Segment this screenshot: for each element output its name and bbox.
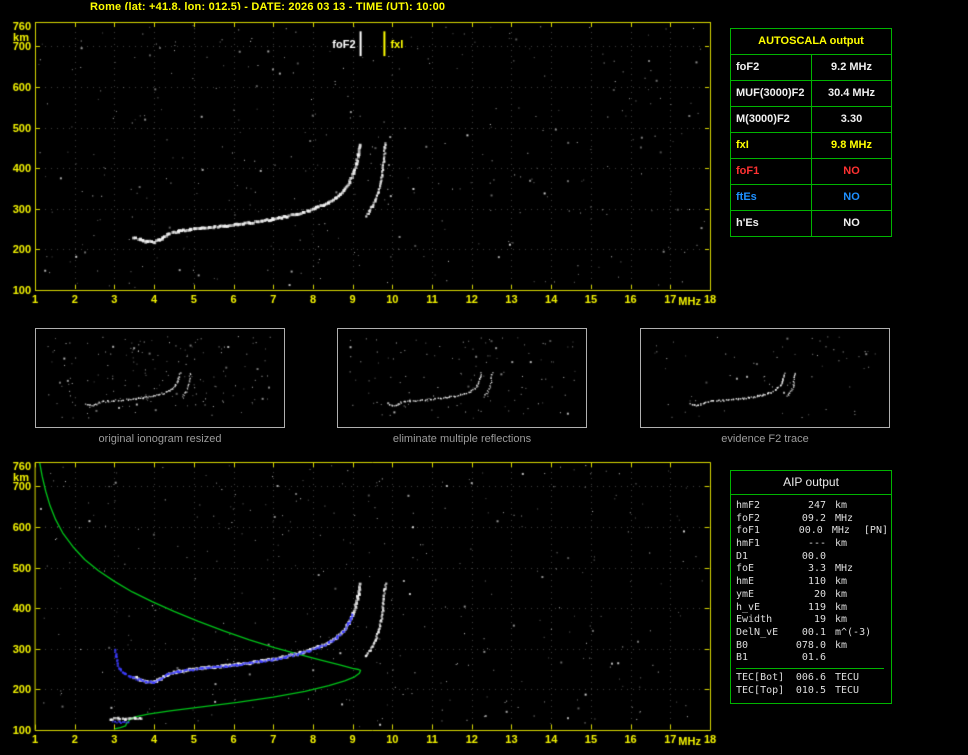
aip-row: D1 00.0	[736, 551, 888, 564]
aip-row: Ewidth 19 km	[736, 614, 888, 627]
aip-parameter-value: ---	[807, 538, 826, 550]
aip-row: TEC[Top] 010.5 TECU	[736, 685, 888, 698]
autoscala-app-window: Rome (lat: +41.8, lon: 012.5) - DATE: 20…	[0, 0, 968, 755]
aip-parameter-value: 09.2	[801, 512, 826, 524]
aip-parameter-unit: km	[835, 614, 848, 626]
bottom-ionogram-canvas	[0, 452, 728, 755]
aip-parameter-value: 110	[807, 576, 826, 588]
aip-parameter-unit: TECU	[835, 684, 860, 696]
mini-ionogram-evidence-canvas	[641, 329, 889, 427]
autoscala-parameter-label: fxI	[731, 133, 812, 158]
aip-parameter-unit: km	[835, 576, 848, 588]
aip-parameter-name: ymE	[736, 588, 755, 600]
aip-parameter-name: hmF2	[736, 500, 761, 511]
autoscala-parameter-value: 30.4 MHz	[827, 87, 876, 99]
aip-parameter-unit: km	[835, 639, 848, 651]
aip-parameter-unit: km	[835, 500, 848, 511]
aip-parameter-value: 00.0	[801, 550, 826, 562]
aip-row: h_vE 119 km	[736, 602, 888, 615]
aip-row: TEC[Bot] 006.6 TECU	[736, 672, 888, 685]
aip-parameter-value: 006.6	[795, 671, 826, 683]
autoscala-row: ftEs NO	[731, 184, 891, 210]
autoscala-parameter-label: MUF(3000)F2	[731, 81, 812, 106]
aip-parameter-name: B0	[736, 639, 749, 651]
autoscala-parameter-value: NO	[843, 165, 860, 177]
aip-parameter-value: 19	[813, 614, 826, 626]
autoscala-parameter-label: foF1	[731, 159, 812, 184]
aip-parameter-name: TEC[Top]	[736, 684, 785, 696]
aip-row: foF1 00.0 MHz [PN]	[736, 525, 888, 538]
autoscala-parameter-value: NO	[843, 217, 860, 229]
aip-parameter-name: DelN_vE	[736, 626, 779, 638]
autoscala-parameter-label: h'Es	[731, 211, 812, 236]
mini-panel-filtered	[337, 328, 587, 428]
autoscala-parameter-value: 9.2 MHz	[831, 61, 872, 73]
aip-parameter-value: 119	[807, 601, 826, 613]
autoscala-row: h'Es NO	[731, 210, 891, 236]
aip-parameter-value: 00.0	[798, 525, 823, 537]
aip-row: B1 01.6	[736, 652, 888, 665]
aip-parameter-value: 00.1	[801, 626, 826, 638]
aip-parameter-unit: km	[835, 588, 848, 600]
aip-row: DelN_vE 00.1 m^(-3)	[736, 627, 888, 640]
mini-caption-filtered: eliminate multiple reflections	[392, 433, 532, 445]
aip-parameter-name: foF1	[736, 525, 761, 537]
aip-parameter-unit: MHz	[831, 525, 850, 537]
aip-table-title: AIP output	[731, 471, 891, 495]
autoscala-parameter-label: M(3000)F2	[731, 107, 812, 132]
aip-body: hmF2 247 km foF2 09.2 MHz foF1 00.0 MHz [PN] hmF1 -…	[731, 495, 891, 699]
mini-ionogram-filtered-canvas	[338, 329, 586, 427]
aip-parameter-unit: km	[835, 601, 848, 613]
aip-parameter-value: 010.5	[795, 684, 826, 696]
autoscala-parameter-value: NO	[843, 191, 860, 203]
aip-parameter-name: foF2	[736, 512, 761, 524]
autoscala-output-table: AUTOSCALA output foF2 9.2 MHz MUF(3000)F2 3…	[730, 28, 892, 237]
autoscala-table-title: AUTOSCALA output	[758, 35, 864, 47]
mini-ionogram-original-canvas	[36, 329, 284, 427]
aip-row: hmF2 247 km	[736, 500, 888, 513]
aip-parameter-unit: TECU	[835, 671, 860, 683]
autoscala-parameter-label: foF2	[731, 55, 812, 80]
aip-output-table: AIP output hmF2 247 km foF2 09.2 MHz foF1 00.0 M…	[730, 470, 892, 705]
mini-panel-original	[35, 328, 285, 428]
tec-separator	[736, 667, 884, 669]
aip-parameter-unit: m^(-3)	[835, 626, 872, 638]
aip-parameter-value: 01.6	[801, 652, 826, 664]
mini-caption-evidence: evidence F2 trace	[721, 433, 809, 445]
aip-row: ymE 20 km	[736, 589, 888, 602]
autoscala-parameter-value: 9.8 MHz	[831, 139, 872, 151]
aip-parameter-name: B1	[736, 652, 749, 664]
aip-parameter-name: D1	[736, 550, 749, 562]
aip-parameter-name: hmE	[736, 576, 755, 588]
aip-parameter-unit: MHz	[835, 512, 854, 524]
aip-parameter-name: Ewidth	[736, 614, 773, 626]
autoscala-parameter-label: ftEs	[731, 185, 812, 210]
autoscala-row: M(3000)F2 3.30	[731, 106, 891, 132]
aip-parameter-value: 247	[807, 500, 826, 511]
aip-row: foE 3.3 MHz	[736, 563, 888, 576]
aip-parameter-flag: [PN]	[863, 525, 888, 537]
autoscala-row: foF1 NO	[731, 158, 891, 184]
autoscala-body: foF2 9.2 MHz MUF(3000)F2 30.4 MHz M(3000)F2 3…	[731, 54, 891, 236]
aip-row: hmE 110 km	[736, 576, 888, 589]
aip-row: B0 078.0 km	[736, 640, 888, 653]
autoscala-row: foF2 9.2 MHz	[731, 54, 891, 80]
top-ionogram-canvas	[0, 10, 728, 322]
autoscala-row: fxI 9.8 MHz	[731, 132, 891, 158]
aip-parameter-value: 3.3	[807, 563, 826, 575]
autoscala-row: MUF(3000)F2 30.4 MHz	[731, 80, 891, 106]
mini-panel-evidence	[640, 328, 890, 428]
aip-parameter-unit: MHz	[835, 563, 854, 575]
aip-parameter-name: h_vE	[736, 601, 761, 613]
aip-parameter-name: hmF1	[736, 538, 761, 550]
aip-parameter-name: TEC[Bot]	[736, 671, 785, 683]
aip-parameter-value: 078.0	[795, 639, 826, 651]
aip-parameter-value: 20	[813, 588, 826, 600]
mini-caption-original: original ionogram resized	[98, 433, 222, 445]
aip-parameter-name: foE	[736, 563, 755, 575]
autoscala-parameter-value: 3.30	[840, 113, 863, 125]
aip-row: foF2 09.2 MHz	[736, 513, 888, 526]
aip-parameter-unit: km	[835, 538, 848, 550]
aip-row: hmF1 --- km	[736, 538, 888, 551]
